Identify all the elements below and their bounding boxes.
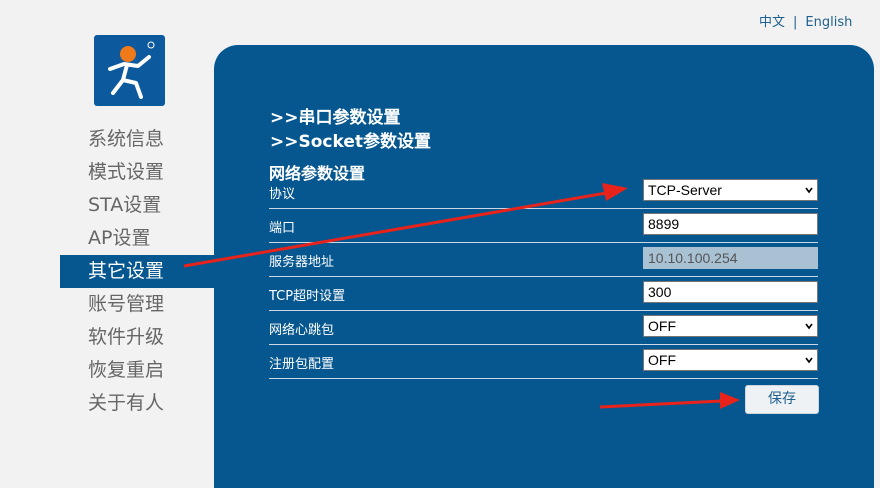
language-switch: 中文 | English xyxy=(759,11,852,30)
save-button[interactable]: 保存 xyxy=(745,385,819,414)
registration-select[interactable]: OFF xyxy=(643,349,818,371)
chevron-down-icon xyxy=(805,323,813,330)
protocol-label: 协议 xyxy=(269,187,296,202)
heartbeat-label: 网络心跳包 xyxy=(269,323,335,338)
protocol-value: TCP-Server xyxy=(648,182,722,198)
protocol-select[interactable]: TCP-Server xyxy=(643,179,818,201)
tcp-timeout-input[interactable]: 300 xyxy=(643,281,818,303)
sidebar-item-other-settings[interactable]: 其它设置 xyxy=(60,255,214,288)
sidebar-item-about[interactable]: 关于有人 xyxy=(0,387,214,420)
brand-logo xyxy=(94,35,165,106)
lang-en-link[interactable]: English xyxy=(805,15,852,30)
sidebar-item-restart[interactable]: 恢复重启 xyxy=(0,354,214,387)
form-row-port: 端口 8899 xyxy=(269,209,818,243)
socket-settings-link[interactable]: >>Socket参数设置 xyxy=(270,127,431,152)
port-label: 端口 xyxy=(269,221,296,236)
heartbeat-select[interactable]: OFF xyxy=(643,315,818,337)
sidebar-item-account[interactable]: 账号管理 xyxy=(0,288,214,321)
settings-panel: >>串口参数设置 >>Socket参数设置 网络参数设置 协议 TCP-Serv… xyxy=(214,45,874,488)
sidebar-item-upgrade[interactable]: 软件升级 xyxy=(0,321,214,354)
running-man-logo-icon xyxy=(108,41,155,99)
port-input[interactable]: 8899 xyxy=(643,213,818,235)
lang-separator: | xyxy=(793,15,798,30)
lang-zh-link[interactable]: 中文 xyxy=(759,15,785,30)
form-row-registration: 注册包配置 OFF xyxy=(269,345,818,379)
sidebar-item-system-info[interactable]: 系统信息 xyxy=(0,123,214,156)
form-row-server-address: 服务器地址 10.10.100.254 xyxy=(269,243,818,277)
heartbeat-value: OFF xyxy=(648,318,676,334)
chevron-down-icon xyxy=(805,357,813,364)
server-address-label: 服务器地址 xyxy=(269,255,335,270)
form-row-tcp-timeout: TCP超时设置 300 xyxy=(269,277,818,311)
sidebar-item-ap-settings[interactable]: AP设置 xyxy=(0,222,214,255)
server-address-input: 10.10.100.254 xyxy=(643,247,818,269)
serial-settings-link[interactable]: >>串口参数设置 xyxy=(270,103,401,128)
registration-label: 注册包配置 xyxy=(269,357,335,372)
form-row-heartbeat: 网络心跳包 OFF xyxy=(269,311,818,345)
sidebar-item-mode-settings[interactable]: 模式设置 xyxy=(0,156,214,189)
registration-value: OFF xyxy=(648,352,676,368)
chevron-down-icon xyxy=(805,187,813,194)
form-row-protocol: 协议 TCP-Server xyxy=(269,175,818,209)
tcp-timeout-label: TCP超时设置 xyxy=(269,289,346,304)
sidebar-nav: 系统信息 模式设置 STA设置 AP设置 其它设置 账号管理 软件升级 恢复重启… xyxy=(0,123,214,420)
sidebar-item-sta-settings[interactable]: STA设置 xyxy=(0,189,214,222)
